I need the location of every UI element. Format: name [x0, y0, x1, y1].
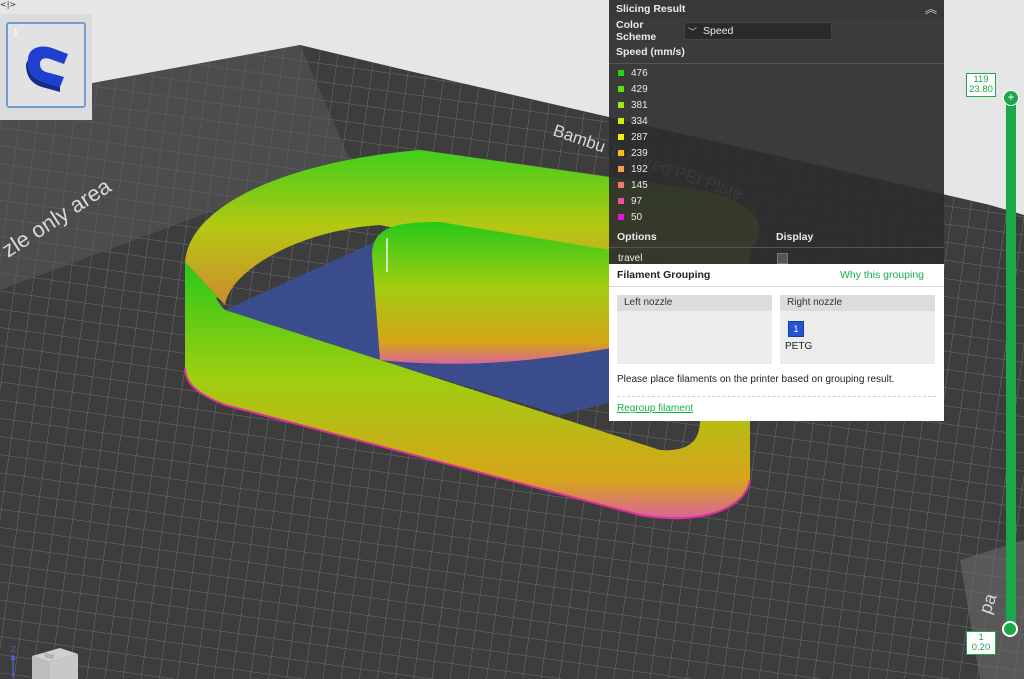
- legend-swatch: [618, 198, 624, 204]
- legend-swatch: [618, 102, 624, 108]
- legend-swatch: [618, 182, 624, 188]
- plate-thumbnail-panel: 1: [0, 14, 92, 120]
- layer-slider-track[interactable]: [1006, 97, 1016, 629]
- color-scheme-label: Color Scheme: [616, 19, 657, 43]
- filament-grouping-title: Filament Grouping: [617, 269, 711, 281]
- view-cube-label: Top: [44, 654, 54, 660]
- legend-swatch: [618, 134, 624, 140]
- legend-value: 429: [631, 83, 648, 95]
- legend-value: 381: [631, 99, 648, 111]
- legend-item: 97: [618, 193, 944, 209]
- bottom-layer-height: 0.20: [971, 642, 991, 653]
- speed-legend: 476 429 381 334 287 239 192 145 97 50: [609, 65, 944, 225]
- legend-item: 476: [618, 65, 944, 81]
- legend-value: 287: [631, 131, 648, 143]
- regroup-filament-link[interactable]: Regroup filament: [609, 397, 944, 414]
- left-nozzle-box: Left nozzle: [617, 295, 772, 364]
- legend-swatch: [618, 214, 624, 220]
- top-layer-height: 23.80: [969, 84, 993, 95]
- color-scheme-value: Speed: [703, 25, 734, 37]
- collapse-up-icon[interactable]: ︽: [925, 3, 937, 15]
- legend-item: 145: [618, 177, 944, 193]
- divider: [609, 63, 944, 64]
- legend-item: 287: [618, 129, 944, 145]
- plate-thumbnail[interactable]: 1: [6, 22, 86, 108]
- lower-layer-handle[interactable]: [1002, 621, 1018, 637]
- legend-swatch: [618, 86, 624, 92]
- plate-index: 1: [13, 28, 19, 39]
- filament-name: PETG: [785, 341, 813, 352]
- grouping-note: Please place filaments on the printer ba…: [617, 374, 895, 385]
- object-thumbnail-icon: [26, 46, 68, 92]
- filament-chip[interactable]: 1: [788, 321, 804, 337]
- legend-value: 50: [631, 211, 643, 223]
- bottom-layer-label: 1 0.20: [966, 631, 996, 655]
- legend-item: 192: [618, 161, 944, 177]
- display-header: Display: [776, 231, 814, 243]
- options-header: Options: [617, 231, 657, 243]
- slicing-result-panel: Slicing Result ︽ Color Scheme ﹀ Speed Sp…: [609, 0, 944, 264]
- view-cube-icon[interactable]: Top: [30, 646, 80, 679]
- legend-title: Speed (mm/s): [616, 46, 685, 58]
- legend-swatch: [618, 150, 624, 156]
- right-nozzle-label: Right nozzle: [780, 295, 935, 311]
- legend-value: 334: [631, 115, 648, 127]
- filament-grouping-panel: Filament Grouping Why this grouping Left…: [609, 264, 944, 421]
- right-nozzle-box: Right nozzle 1 PETG: [780, 295, 935, 364]
- legend-value: 192: [631, 163, 648, 175]
- legend-value: 239: [631, 147, 648, 159]
- legend-item: 50: [618, 209, 944, 225]
- legend-item: 239: [618, 145, 944, 161]
- chevron-down-icon: ﹀: [688, 26, 698, 37]
- legend-swatch: [618, 118, 624, 124]
- slicing-result-header: Slicing Result ︽: [609, 0, 944, 18]
- sidebar-collapse-icon[interactable]: <|>: [0, 0, 16, 10]
- travel-display-checkbox[interactable]: [777, 252, 788, 264]
- z-axis-label: Z: [11, 645, 16, 654]
- layer-slider[interactable]: +: [1000, 90, 1024, 650]
- legend-swatch: [618, 70, 624, 76]
- legend-item: 381: [618, 97, 944, 113]
- why-grouping-link[interactable]: Why this grouping: [840, 269, 924, 281]
- option-label: travel: [618, 252, 643, 264]
- slicing-result-title: Slicing Result: [616, 3, 686, 15]
- legend-swatch: [618, 166, 624, 172]
- top-layer-label: 119 23.80: [966, 73, 996, 97]
- legend-value: 97: [631, 195, 643, 207]
- axis-arrows-icon: [10, 654, 16, 678]
- legend-value: 145: [631, 179, 648, 191]
- legend-item: 429: [618, 81, 944, 97]
- color-scheme-select[interactable]: ﹀ Speed: [684, 22, 832, 40]
- left-nozzle-label: Left nozzle: [617, 295, 772, 311]
- upper-layer-handle[interactable]: +: [1003, 90, 1019, 106]
- legend-item: 334: [618, 113, 944, 129]
- legend-value: 476: [631, 67, 648, 79]
